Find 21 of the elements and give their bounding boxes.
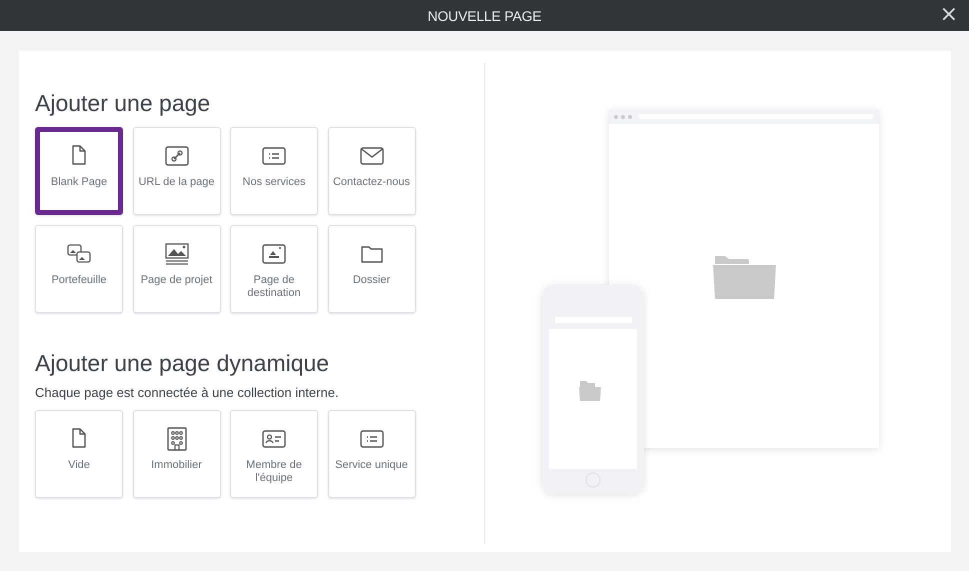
page-type-tile[interactable]: Portefeuille bbox=[35, 225, 123, 313]
link-icon bbox=[164, 144, 188, 168]
close-button[interactable]: × bbox=[936, 4, 961, 26]
page-type-tile[interactable]: Nos services bbox=[230, 127, 318, 215]
page-type-tile[interactable]: Dossier bbox=[328, 225, 416, 313]
page-type-tile[interactable]: Immobilier bbox=[132, 410, 220, 498]
section-description: Chaque page est connectée à une collection interne. bbox=[35, 385, 340, 400]
page-type-tile[interactable]: Blank Page bbox=[35, 127, 123, 215]
image-icon bbox=[164, 242, 188, 266]
page-type-tile[interactable]: Membre de l'équipe bbox=[230, 410, 318, 498]
landing-page-icon bbox=[262, 242, 286, 266]
page-type-tile[interactable]: Page de destination bbox=[230, 225, 318, 313]
building-icon bbox=[164, 427, 188, 451]
page-type-tile[interactable]: Contactez-nous bbox=[328, 127, 416, 215]
page-type-tile[interactable]: Service unique bbox=[328, 410, 416, 498]
page-type-tile[interactable]: Vide bbox=[35, 410, 123, 498]
section-heading: Ajouter une page bbox=[35, 89, 212, 117]
page-type-tile[interactable]: URL de la page bbox=[132, 127, 220, 215]
page-type-tile[interactable]: Page de projet bbox=[132, 225, 220, 313]
dialog-title: NOUVELLE PAGE bbox=[428, 8, 542, 24]
section-heading: Ajouter une page dynamique bbox=[35, 349, 330, 377]
